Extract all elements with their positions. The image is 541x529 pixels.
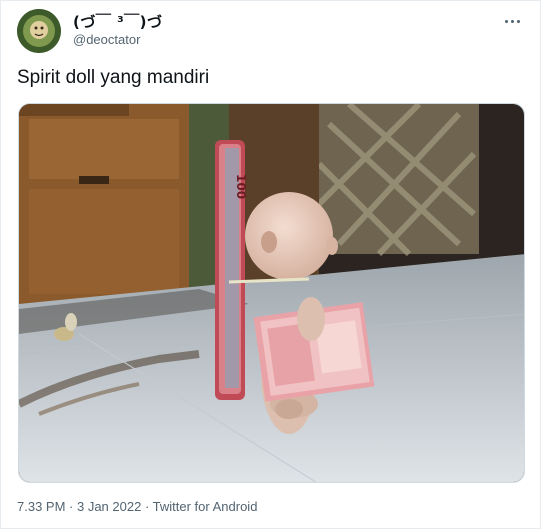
more-horizontal-icon bbox=[504, 19, 508, 23]
more-dot bbox=[510, 19, 514, 23]
tweet-photo[interactable]: 100 bbox=[18, 103, 525, 483]
display-name[interactable]: (づ￣ ³￣)づ bbox=[73, 11, 163, 32]
user-handle[interactable]: @deoctator bbox=[73, 32, 140, 47]
photo-image: 100 bbox=[19, 104, 524, 482]
meta-separator: · bbox=[141, 499, 153, 514]
tweet-date[interactable]: 3 Jan 2022 bbox=[77, 499, 141, 514]
tweet-source-app[interactable]: Twitter for Android bbox=[153, 499, 258, 514]
tweet-card: (づ￣ ³￣)づ @deoctator Spirit doll yang man… bbox=[0, 0, 541, 529]
avatar-image bbox=[17, 9, 61, 53]
tweet-time[interactable]: 7.33 PM bbox=[17, 499, 65, 514]
tweet-meta: 7.33 PM · 3 Jan 2022 · Twitter for Andro… bbox=[17, 499, 257, 514]
banknote-label: 100 bbox=[234, 174, 248, 199]
avatar[interactable] bbox=[17, 9, 61, 53]
more-options-button[interactable] bbox=[498, 11, 526, 31]
meta-separator: · bbox=[65, 499, 77, 514]
more-dot bbox=[516, 19, 520, 23]
tweet-text: Spirit doll yang mandiri bbox=[17, 67, 210, 88]
